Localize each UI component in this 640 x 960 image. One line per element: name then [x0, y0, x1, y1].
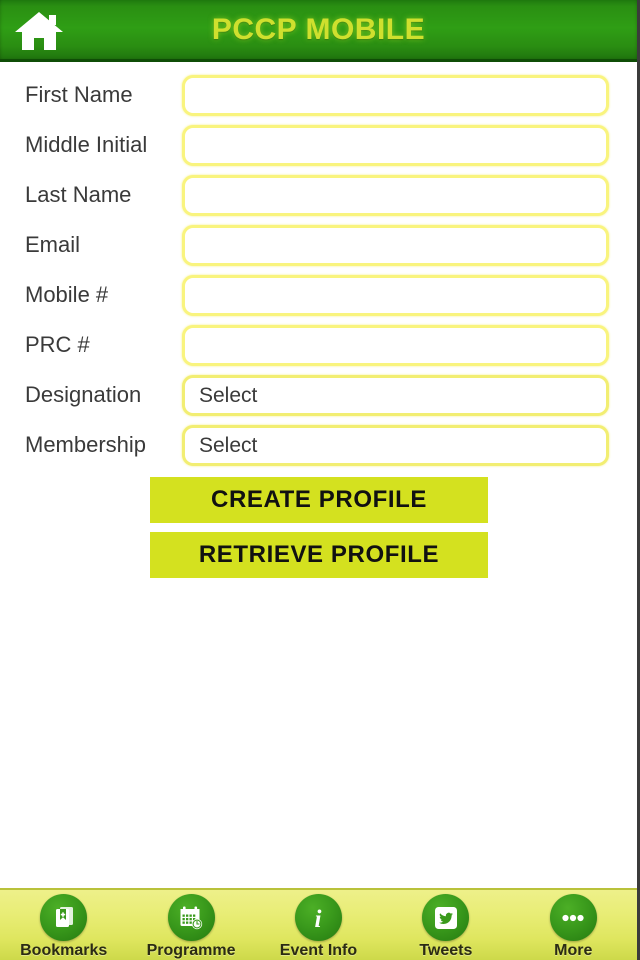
tab-label-more: More [554, 942, 593, 959]
label-first-name: First Name [25, 82, 133, 107]
mobile-number-input[interactable] [182, 274, 609, 316]
tab-label-tweets: Tweets [419, 942, 473, 959]
tab-label-bookmarks: Bookmarks [20, 942, 108, 959]
label-last-name: Last Name [25, 182, 132, 207]
home-button[interactable] [0, 0, 78, 62]
tab-bookmarks[interactable]: Bookmarks [3, 894, 125, 960]
label-email: Email [25, 232, 81, 257]
tab-label-programme: Programme [146, 942, 236, 959]
label-middle-initial: Middle Initial [25, 132, 148, 157]
form-row-middle-initial: Middle Initial [0, 120, 637, 170]
home-icon [13, 9, 65, 53]
label-membership: Membership [25, 432, 147, 457]
ellipsis-icon [549, 894, 597, 941]
membership-selected-value: Select [199, 433, 258, 457]
tab-more[interactable]: More [512, 894, 634, 960]
last-name-input[interactable] [182, 174, 609, 216]
label-designation: Designation [25, 382, 142, 407]
app-header: PCCP MOBILE [0, 0, 637, 62]
calendar-clock-icon [167, 894, 215, 941]
tab-programme[interactable]: Programme [130, 894, 252, 960]
profile-form: First Name Middle Initial Last Name Emai… [0, 62, 637, 470]
svg-text:i: i [315, 906, 322, 933]
tab-tweets[interactable]: Tweets [385, 894, 507, 960]
email-input[interactable] [182, 224, 609, 266]
middle-initial-input[interactable] [182, 124, 609, 166]
create-profile-button[interactable]: CREATE PROFILE [150, 477, 488, 523]
label-prc: PRC # [25, 332, 90, 357]
bookmark-icon [40, 894, 88, 941]
first-name-input[interactable] [182, 74, 609, 116]
form-row-mobile: Mobile # [0, 270, 637, 320]
form-row-membership: Membership Select [0, 420, 637, 470]
form-row-first-name: First Name [0, 70, 637, 120]
membership-select[interactable]: Select [182, 424, 609, 466]
designation-selected-value: Select [199, 383, 258, 407]
designation-select[interactable]: Select [182, 374, 609, 416]
label-mobile: Mobile # [25, 282, 109, 307]
twitter-bird-icon [422, 894, 470, 941]
prc-number-input[interactable] [182, 324, 609, 366]
page-title: PCCP MOBILE [211, 13, 426, 46]
form-row-last-name: Last Name [0, 170, 637, 220]
tab-label-event-info: Event Info [279, 942, 358, 959]
action-buttons: CREATE PROFILE RETRIEVE PROFILE [0, 470, 637, 578]
app-screen: PCCP MOBILE First Name Middle Initial La… [0, 0, 640, 960]
form-row-email: Email [0, 220, 637, 270]
bottom-tab-bar: Bookmarks Programme i Event Info Tweets … [0, 888, 637, 960]
form-row-designation: Designation Select [0, 370, 637, 420]
retrieve-profile-button[interactable]: RETRIEVE PROFILE [150, 532, 488, 578]
tab-event-info[interactable]: i Event Info [257, 894, 379, 960]
info-icon: i [294, 894, 342, 941]
form-row-prc: PRC # [0, 320, 637, 370]
